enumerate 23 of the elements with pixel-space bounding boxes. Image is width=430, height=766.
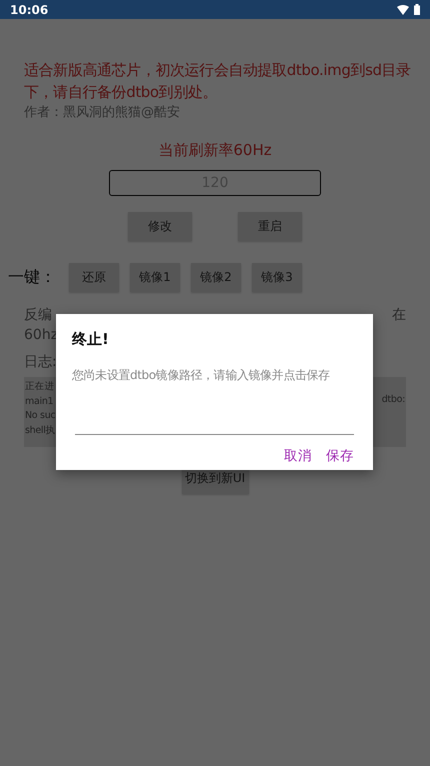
clock-time: 10:06 (10, 2, 48, 16)
info-text: 反编 (24, 306, 52, 325)
preset-button[interactable]: 还原 (69, 263, 119, 292)
action-button[interactable]: 重启 (238, 212, 302, 241)
refresh-rate-label: 当前刷新率60Hz (157, 141, 273, 160)
dialog-button[interactable]: 保存 (326, 447, 354, 465)
preset-button[interactable]: 镜像1 (130, 263, 180, 292)
action-button[interactable]: 修改 (128, 212, 192, 241)
wifi-icon (397, 4, 409, 14)
notice-text: 适合新版高通芯片，初次运行会自动提取dtbo.img到sd目录下，请自行备份dtbo到别处。 (24, 60, 412, 103)
log-line: main1 (25, 394, 54, 408)
dialog-button[interactable]: 取消 (284, 447, 312, 465)
info-text: 60hz (24, 327, 58, 345)
dialog-message: 您尚未设置dtbo镜像路径，请输入镜像并点击保存 (72, 367, 331, 384)
log-line: No suc (25, 409, 56, 423)
battery-icon (414, 4, 420, 15)
info-text: 在 (392, 306, 406, 325)
preset-button[interactable]: 镜像3 (252, 263, 302, 292)
log-line: dtbo: (382, 394, 405, 407)
one-key-label: 一键： (8, 267, 56, 288)
log-label: 日志: (24, 353, 57, 372)
preset-button[interactable]: 镜像2 (191, 263, 241, 292)
dialog-title: 终止! (72, 330, 110, 349)
